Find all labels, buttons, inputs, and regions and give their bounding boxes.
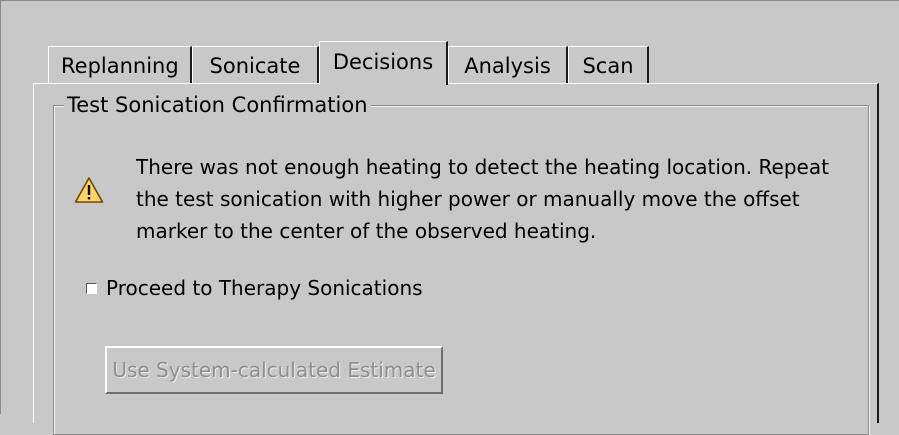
tab-label: Scan (582, 54, 634, 78)
tab-scan[interactable]: Scan (568, 46, 649, 84)
warning-triangle-icon (74, 177, 104, 203)
checkbox-label: Proceed to Therapy Sonications (106, 276, 423, 300)
tab-label: Sonicate (209, 54, 301, 78)
tab-analysis[interactable]: Analysis (448, 46, 568, 84)
proceed-to-therapy-checkbox-row[interactable]: Proceed to Therapy Sonications (86, 272, 423, 304)
use-system-calculated-estimate-button[interactable]: Use System-calculated Estimate (105, 346, 443, 394)
test-sonication-confirmation-group: Test Sonication Confirmation There was n… (53, 93, 869, 435)
tab-sonicate[interactable]: Sonicate (192, 46, 319, 84)
tab-label: Analysis (464, 54, 551, 78)
tab-decisions[interactable]: Decisions (319, 41, 448, 85)
tab-panel-decisions: Test Sonication Confirmation There was n… (33, 83, 879, 435)
tab-label: Decisions (332, 50, 434, 74)
group-title: Test Sonication Confirmation (64, 93, 371, 117)
tab-replanning[interactable]: Replanning (48, 46, 192, 84)
tab-label: Replanning (61, 54, 179, 78)
warning-message: There was not enough heating to detect t… (136, 155, 829, 243)
window: Replanning Sonicate Decisions Analysis S… (0, 0, 899, 435)
proceed-to-therapy-checkbox[interactable] (86, 282, 97, 294)
